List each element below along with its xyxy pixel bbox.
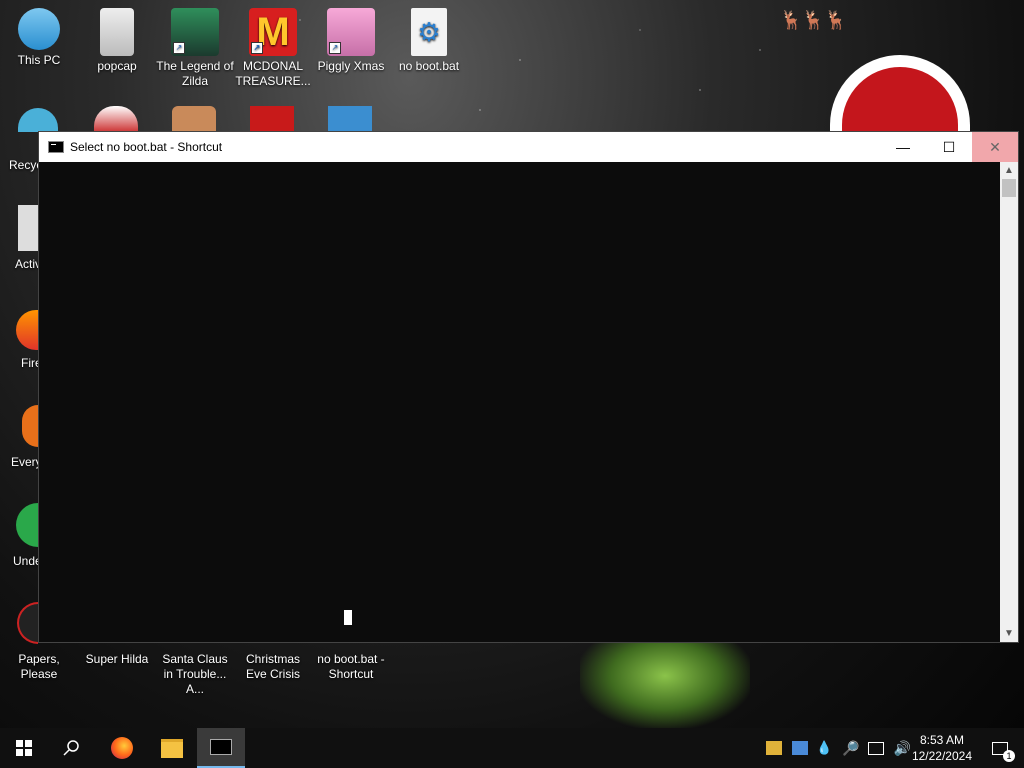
tray-search-icon[interactable]: 🔎 [842,740,859,757]
notification-count-badge: 1 [1003,749,1015,762]
desktop-icon-super-hilda[interactable]: Super Hilda [78,652,156,667]
console-output-area[interactable] [39,162,1000,642]
desktop-icon-label: no boot.bat [398,59,460,73]
volume-icon[interactable]: 🔊 [894,740,911,757]
computer-icon [18,8,60,50]
scroll-up-arrow-icon[interactable]: ▲ [1000,162,1018,179]
search-icon [63,740,79,756]
clock-time: 8:53 AM [919,733,964,747]
desktop-icon-santa-claus-trouble[interactable]: Santa Claus in Trouble... A... [156,652,234,697]
tray-drop-icon[interactable]: 💧 [816,740,832,756]
system-tray: 💧 🔎 🔊 [766,728,911,768]
maximize-button[interactable]: ☐ [926,132,972,162]
file-icon[interactable] [18,205,38,251]
clock-face [842,67,958,135]
shortcut-arrow-icon: ↗ [173,42,185,54]
desktop-icon-label: The Legend of Zilda [156,59,234,88]
shortcut-arrow-icon: ↗ [329,42,341,54]
desktop-icon-label: This PC [17,53,61,67]
firefox-icon [111,737,133,759]
game-icon[interactable] [172,106,216,132]
desktop-icon-no-boot-bat-shortcut[interactable]: no boot.bat - Shortcut [312,652,390,682]
desktop-icon-piggly-xmas[interactable]: ↗ Piggly Xmas [312,8,390,74]
desktop-icon-legend-of-zilda[interactable]: ↗ The Legend of Zilda [156,8,234,89]
taskbar-command-prompt[interactable] [197,728,245,768]
tent-decoration [580,641,750,728]
command-prompt-icon [48,141,64,153]
desktop-icon-label: Papers, Please [18,652,60,681]
minimize-button[interactable]: — [880,132,926,162]
desktop-icon-no-boot-bat[interactable]: ⚙ no boot.bat [390,8,468,74]
desktop-icon-christmas-eve-crisis[interactable]: Christmas Eve Crisis [234,652,312,682]
desktop-icon-label: Piggly Xmas [317,59,385,73]
desktop-icon-label: MCDONAL TREASURE... [235,59,311,88]
desktop-icon-mcdonal-treasure[interactable]: M ↗ MCDONAL TREASURE... [234,8,312,89]
text-cursor [344,610,352,625]
tray-network-user-icon[interactable] [792,741,808,755]
notification-icon: 1 [992,741,1015,762]
search-button[interactable] [48,728,96,768]
desktop-icon-label: Santa Claus in Trouble... A... [162,652,228,696]
window-title: Select no boot.bat - Shortcut [70,140,223,154]
reindeer-sleigh-icon: 🦌🦌🦌 [780,10,848,30]
vertical-scrollbar[interactable]: ▲ ▼ [1000,162,1018,642]
game-character-icon: ↗ [171,8,219,56]
game-icon[interactable] [22,405,38,447]
desktop-icon-this-pc[interactable]: This PC [0,8,78,68]
console-window[interactable]: Select no boot.bat - Shortcut — ☐ ✕ ▲ ▼ [38,131,1019,643]
desktop-icon-papers-please[interactable]: Papers, Please [0,652,78,682]
close-button[interactable]: ✕ [972,132,1018,162]
network-icon[interactable] [867,741,884,755]
mcdonalds-logo-icon: M ↗ [249,8,297,56]
folder-icon [100,8,134,56]
pig-icon: ↗ [327,8,375,56]
tray-app-icon[interactable] [766,741,782,755]
taskbar-firefox[interactable] [98,728,146,768]
game-icon[interactable] [328,106,372,132]
command-prompt-icon [210,739,232,755]
desktop-icon-label: popcap [97,59,137,73]
taskbar: 💧 🔎 🔊 8:53 AM 12/22/2024 1 [0,728,1024,768]
batch-file-gear-icon: ⚙ [411,8,447,56]
game-icon[interactable] [250,106,294,132]
desktop-icon-label: Super Hilda [85,652,149,666]
windows-start-icon [16,740,32,756]
desktop-icon-label: Christmas Eve Crisis [245,652,300,681]
file-explorer-icon [161,738,183,758]
action-center-button[interactable]: 1 [976,728,1024,768]
clock[interactable]: 8:53 AM 12/22/2024 [912,732,972,764]
window-titlebar[interactable]: Select no boot.bat - Shortcut — ☐ ✕ [39,132,1018,162]
start-button[interactable] [0,728,48,768]
scroll-down-arrow-icon[interactable]: ▼ [1000,625,1018,642]
taskbar-file-explorer[interactable] [148,728,196,768]
clock-date: 12/22/2024 [911,749,972,763]
shortcut-arrow-icon: ↗ [251,42,263,54]
desktop-icon-label: no boot.bat - Shortcut [317,652,385,681]
scrollbar-thumb[interactable] [1002,179,1016,197]
desktop-icon-popcap[interactable]: popcap [78,8,156,74]
